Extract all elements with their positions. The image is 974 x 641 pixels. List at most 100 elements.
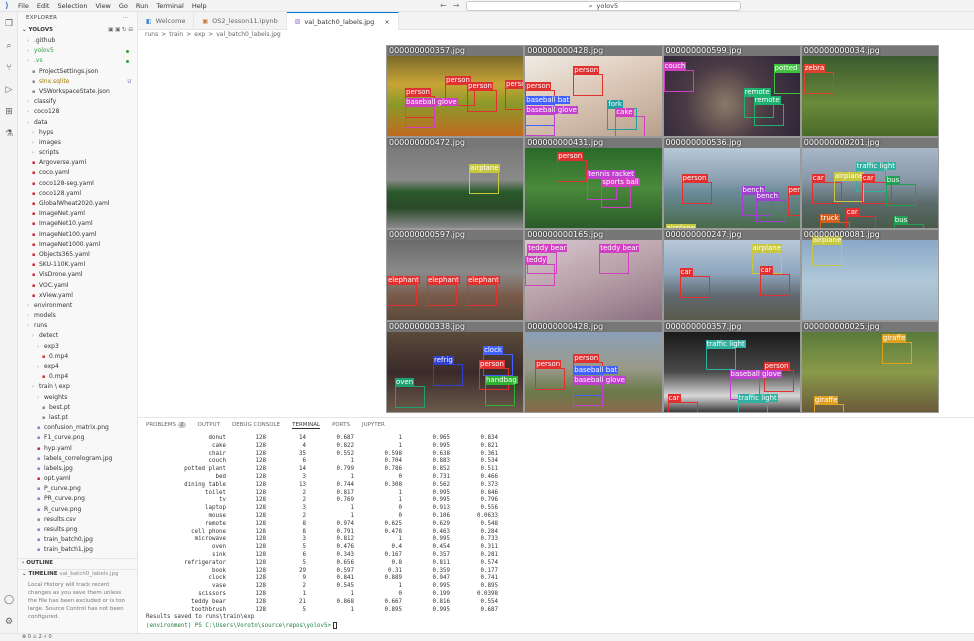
tab-val-batch0-labels-jpg[interactable]: ▨ val_batch0_labels.jpg ×	[286, 12, 399, 30]
menu-terminal[interactable]: Terminal	[152, 2, 187, 10]
file-item[interactable]: ▪ coco128.yaml	[18, 189, 137, 199]
folder-item[interactable]: › environment	[18, 301, 137, 311]
file-item[interactable]: ▪ SKU-110K.yaml	[18, 260, 137, 270]
chevron-right-icon: ›	[27, 38, 29, 44]
file-item[interactable]: ▪ coco128-seg.yaml	[18, 179, 137, 189]
tab-os2-lesson11-ipynb[interactable]: ▣ OS2_lesson11.ipynb	[194, 12, 287, 30]
explorer-actions-icon[interactable]: ▣ ▣ ↻ ⊟	[108, 27, 133, 35]
file-item[interactable]: ▪ VSWorkspaceState.json	[18, 87, 137, 97]
menu-view[interactable]: View	[91, 2, 114, 10]
menu-file[interactable]: File	[14, 2, 33, 10]
folder-item[interactable]: › exp3	[18, 342, 137, 352]
breadcrumb-item[interactable]: val_batch0_labels.jpg	[216, 31, 280, 41]
timeline-section[interactable]: ⌄ TIMELINE val_batch0_labels.jpg	[18, 569, 137, 579]
more-icon[interactable]: ···	[123, 15, 129, 23]
metrics-cell: 0.799	[336, 466, 354, 473]
metrics-cell: 0.562	[432, 481, 450, 488]
file-item[interactable]: ▪ ImageNet100.yaml	[18, 230, 137, 240]
menu-help[interactable]: Help	[188, 2, 211, 10]
folder-item[interactable]: › scripts	[18, 148, 137, 158]
file-item[interactable]: ▪ VisDrone.yaml	[18, 270, 137, 280]
folder-item[interactable]: › runs	[18, 321, 137, 331]
file-item[interactable]: ▪ ProjectSettings.json	[18, 67, 137, 77]
file-item[interactable]: ▪ labels_correlogram.jpg	[18, 454, 137, 464]
file-item[interactable]: ▪ Argoverse.yaml	[18, 158, 137, 168]
file-item[interactable]: ▪ R_curve.png	[18, 505, 137, 515]
file-item[interactable]: ▪ results.png	[18, 525, 137, 535]
file-item[interactable]: ▪ slnx.sqlite U	[18, 77, 137, 87]
metrics-cell: 128	[255, 544, 266, 551]
file-item[interactable]: ▪ ImageNet10.yaml	[18, 219, 137, 229]
folder-item[interactable]: › weights	[18, 393, 137, 403]
breadcrumb-item[interactable]: runs	[145, 31, 158, 41]
breadcrumb-item[interactable]: train	[169, 31, 183, 41]
panel-tab-debug-console[interactable]: DEBUG CONSOLE	[232, 422, 280, 428]
panel-tab-terminal[interactable]: TERMINAL	[292, 422, 321, 429]
file-item[interactable]: ▪ train_batch1.jpg	[18, 545, 137, 555]
file-item[interactable]: ▪ ImageNet1000.yaml	[18, 240, 137, 250]
file-item[interactable]: ▪ hyp.yaml	[18, 444, 137, 454]
detection-box	[485, 384, 515, 406]
file-item[interactable]: ▪ Objects365.yaml	[18, 250, 137, 260]
file-item[interactable]: ▪ P_curve.png	[18, 484, 137, 494]
menu-go[interactable]: Go	[115, 2, 132, 10]
folder-item[interactable]: › yolov5	[18, 46, 137, 56]
folder-item[interactable]: › exp4	[18, 362, 137, 372]
folder-item[interactable]: › images	[18, 138, 137, 148]
file-item[interactable]: ▪ 0.mp4	[18, 352, 137, 362]
folder-item[interactable]: › data	[18, 118, 137, 128]
file-item[interactable]: ▪ best.pt	[18, 403, 137, 413]
explorer-icon[interactable]: ❐	[3, 18, 15, 30]
tree-label: runs	[34, 322, 48, 330]
command-search[interactable]: ⌕ yolov5	[466, 1, 741, 11]
folder-item[interactable]: › train \ exp	[18, 382, 137, 392]
file-item[interactable]: ▪ GlobalWheat2020.yaml	[18, 199, 137, 209]
breadcrumb-item[interactable]: exp	[194, 31, 205, 41]
menu-selection[interactable]: Selection	[53, 2, 91, 10]
terminal-prompt[interactable]: (environment) PS C:\Users\Vorotn\source\…	[146, 622, 974, 630]
file-item[interactable]: ▪ results.csv	[18, 515, 137, 525]
panel-tab-jupyter[interactable]: JUPYTER	[362, 422, 385, 428]
file-item[interactable]: ▪ coco.yaml	[18, 168, 137, 178]
folder-item[interactable]: › detect	[18, 331, 137, 341]
file-item[interactable]: ▪ PR_curve.png	[18, 494, 137, 504]
file-item[interactable]: ▪ F1_curve.png	[18, 433, 137, 443]
file-item[interactable]: ▪ opt.yaml	[18, 474, 137, 484]
folder-item[interactable]: › coco128	[18, 107, 137, 117]
file-item[interactable]: ▪ confusion_matrix.png	[18, 423, 137, 433]
chevron-right-icon: ›	[27, 48, 29, 55]
testing-icon[interactable]: ⚗	[3, 128, 15, 140]
folder-item[interactable]: › models	[18, 311, 137, 321]
mosaic-tile: 000000000338.jpg refrig clock person oven han…	[387, 322, 524, 412]
terminal-output[interactable]: donut 128 14 0.687 1 0.965 0.834 cake 128 4 0.822 1…	[138, 432, 974, 630]
panel-tab-output[interactable]: OUTPUT	[198, 422, 220, 428]
panel-tab-problems[interactable]: PROBLEMS 2	[146, 422, 186, 428]
detection-box	[525, 114, 556, 136]
close-icon[interactable]: ×	[384, 18, 389, 26]
folder-item[interactable]: › .github	[18, 36, 137, 46]
run-debug-icon[interactable]: ▷	[3, 84, 15, 96]
outline-section[interactable]: › OUTLINE	[18, 559, 137, 569]
file-item[interactable]: ▪ train_batch0.jpg	[18, 535, 137, 545]
folder-item[interactable]: › hyps	[18, 128, 137, 138]
file-item[interactable]: ▪ labels.jpg	[18, 464, 137, 474]
file-item[interactable]: ▪ 0.mp4	[18, 372, 137, 382]
nav-arrows-icon[interactable]: ←→	[440, 1, 465, 10]
menu-edit[interactable]: Edit	[33, 2, 54, 10]
source-control-icon[interactable]: ⑂	[3, 62, 15, 74]
folder-item[interactable]: › classify	[18, 97, 137, 107]
account-icon[interactable]: ◯	[3, 594, 15, 606]
extensions-icon[interactable]: ⊞	[3, 106, 15, 118]
search-icon[interactable]: ⌕	[3, 40, 15, 52]
tab-welcome[interactable]: ◧ Welcome	[138, 12, 195, 30]
file-item[interactable]: ▪ last.pt	[18, 413, 137, 423]
workspace-root[interactable]: ⌄ YOLOV5 ▣ ▣ ↻ ⊟	[18, 26, 137, 36]
file-item[interactable]: ▪ VOC.yaml	[18, 281, 137, 291]
file-item[interactable]: ▪ ImageNet.yaml	[18, 209, 137, 219]
metrics-cell: 1	[350, 505, 355, 512]
panel-tab-ports[interactable]: PORTS	[332, 422, 350, 428]
file-item[interactable]: ▪ xView.yaml	[18, 291, 137, 301]
folder-item[interactable]: › .vs	[18, 56, 137, 66]
gear-icon[interactable]: ⚙	[3, 616, 15, 628]
menu-run[interactable]: Run	[132, 2, 152, 10]
